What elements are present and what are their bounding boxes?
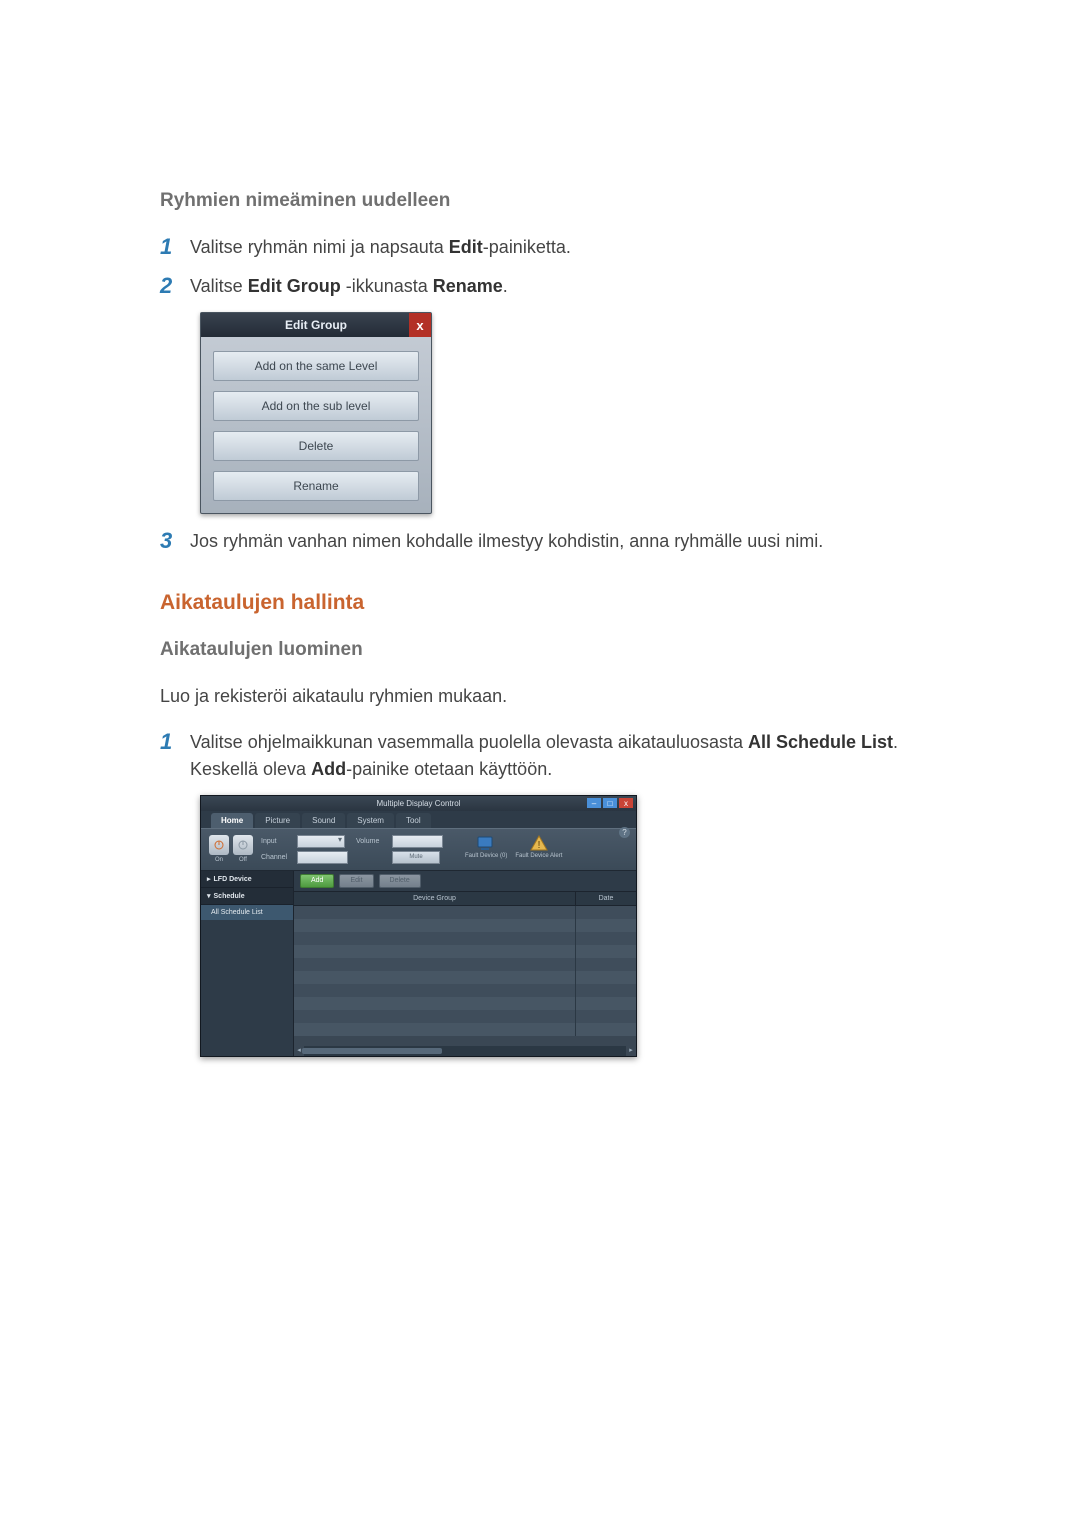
- sidebar-schedule[interactable]: ▾Schedule: [201, 888, 293, 905]
- grid-header: Device Group Date: [294, 892, 636, 905]
- dialog-titlebar: Edit Group x: [201, 313, 431, 337]
- grid-rows: [294, 905, 636, 1046]
- step1-bold: Edit: [449, 237, 483, 257]
- mdc-window: Multiple Display Control – □ x Home Pict…: [200, 795, 637, 1057]
- tab-picture[interactable]: Picture: [255, 813, 300, 828]
- rename-button[interactable]: Rename: [213, 471, 419, 501]
- tab-system[interactable]: System: [347, 813, 394, 828]
- mdc-tabs: Home Picture Sound System Tool ?: [201, 811, 636, 828]
- s2-step1-post: -painike otetaan käyttöön.: [346, 759, 552, 779]
- dialog-close-button[interactable]: x: [409, 313, 431, 337]
- delete-schedule-button[interactable]: Delete: [379, 874, 421, 888]
- fault-alert-icon[interactable]: !: [530, 835, 548, 851]
- s2-step1-b2: Add: [311, 759, 346, 779]
- s2-step1-b1: All Schedule List: [748, 732, 893, 752]
- main-toolbar: Add Edit Delete: [294, 871, 636, 892]
- tab-tool[interactable]: Tool: [396, 813, 431, 828]
- scrollbar-thumb[interactable]: [302, 1048, 442, 1054]
- table-row: [294, 997, 636, 1010]
- edit-group-dialog: Edit Group x Add on the same Level Add o…: [200, 312, 432, 514]
- sidebar-lfd-device[interactable]: ▸LFD Device: [201, 871, 293, 888]
- horizontal-scrollbar[interactable]: ◂ ▸: [294, 1046, 636, 1056]
- mdc-ribbon: On Off Input: [201, 828, 636, 871]
- step-number-2: 2: [160, 273, 190, 299]
- mdc-sidebar: ▸LFD Device ▾Schedule All Schedule List: [201, 871, 294, 1056]
- dialog-title-text: Edit Group: [285, 318, 347, 332]
- power-on-label: On: [209, 857, 229, 863]
- schedule-intro: Luo ja rekisteröi aikataulu ryhmien muka…: [160, 683, 920, 709]
- step2-b1: Edit Group: [248, 276, 341, 296]
- chevron-right-icon: ▸: [207, 875, 211, 883]
- heading-schedule-create: Aikataulujen luominen: [160, 639, 920, 661]
- volume-spinner[interactable]: [392, 835, 443, 848]
- input-select[interactable]: [297, 835, 345, 848]
- table-row: [294, 984, 636, 997]
- step-number-1: 1: [160, 234, 190, 260]
- window-close-button[interactable]: x: [619, 798, 633, 808]
- step2-post: .: [503, 276, 508, 296]
- step-2-text: Valitse Edit Group -ikkunasta Rename.: [190, 273, 508, 300]
- channel-label: Channel: [261, 854, 293, 861]
- mdc-title-text: Multiple Display Control: [376, 799, 460, 808]
- add-same-level-button[interactable]: Add on the same Level: [213, 351, 419, 381]
- add-sub-level-button[interactable]: Add on the sub level: [213, 391, 419, 421]
- table-row: [294, 971, 636, 984]
- sched-step-1-text: Valitse ohjelmaikkunan vasemmalla puolel…: [190, 729, 920, 783]
- table-row: [294, 919, 636, 932]
- power-off-button[interactable]: [233, 835, 253, 855]
- mute-button[interactable]: Mute: [392, 851, 440, 864]
- step-1-text: Valitse ryhmän nimi ja napsauta Edit-pai…: [190, 234, 571, 261]
- table-row: [294, 1010, 636, 1023]
- heading-schedule-management: Aikataulujen hallinta: [160, 591, 920, 615]
- window-maximize-button[interactable]: □: [603, 798, 617, 808]
- delete-button[interactable]: Delete: [213, 431, 419, 461]
- table-row: [294, 1023, 636, 1036]
- mdc-titlebar: Multiple Display Control – □ x: [201, 796, 636, 811]
- add-button[interactable]: Add: [300, 874, 334, 888]
- table-row: [294, 945, 636, 958]
- table-row: [294, 906, 636, 919]
- step1-post: -painiketta.: [483, 237, 571, 257]
- tab-sound[interactable]: Sound: [302, 813, 345, 828]
- fault-alert-label: Fault Device Alert: [515, 853, 562, 860]
- table-row: [294, 958, 636, 971]
- channel-spinner[interactable]: [297, 851, 348, 864]
- scroll-right-arrow[interactable]: ▸: [626, 1046, 636, 1056]
- step2-b2: Rename: [433, 276, 503, 296]
- s2-step1-pre: Valitse ohjelmaikkunan vasemmalla puolel…: [190, 732, 748, 752]
- col-date: Date: [576, 892, 636, 905]
- sidebar-all-schedule-list[interactable]: All Schedule List: [201, 905, 293, 920]
- sched-step-number-1: 1: [160, 729, 190, 755]
- col-device-group: Device Group: [294, 892, 576, 905]
- tab-home[interactable]: Home: [211, 813, 253, 828]
- heading-rename-groups: Ryhmien nimeäminen uudelleen: [160, 190, 920, 212]
- step2-pre: Valitse: [190, 276, 248, 296]
- svg-text:!: !: [537, 840, 540, 851]
- sidebar-schedule-label: Schedule: [214, 893, 245, 900]
- edit-button[interactable]: Edit: [339, 874, 373, 888]
- step-3-text: Jos ryhmän vanhan nimen kohdalle ilmesty…: [190, 528, 823, 555]
- step-number-3: 3: [160, 528, 190, 554]
- step1-pre: Valitse ryhmän nimi ja napsauta: [190, 237, 449, 257]
- power-on-button[interactable]: [209, 835, 229, 855]
- sidebar-lfd-label: LFD Device: [214, 876, 252, 883]
- window-minimize-button[interactable]: –: [587, 798, 601, 808]
- power-off-label: Off: [233, 857, 253, 863]
- input-label: Input: [261, 838, 293, 845]
- fault-device-label: Fault Device (0): [465, 853, 507, 860]
- volume-label: Volume: [356, 838, 388, 845]
- fault-device-icon[interactable]: [477, 835, 495, 851]
- chevron-down-icon: ▾: [207, 892, 211, 900]
- step2-mid: -ikkunasta: [341, 276, 433, 296]
- table-row: [294, 932, 636, 945]
